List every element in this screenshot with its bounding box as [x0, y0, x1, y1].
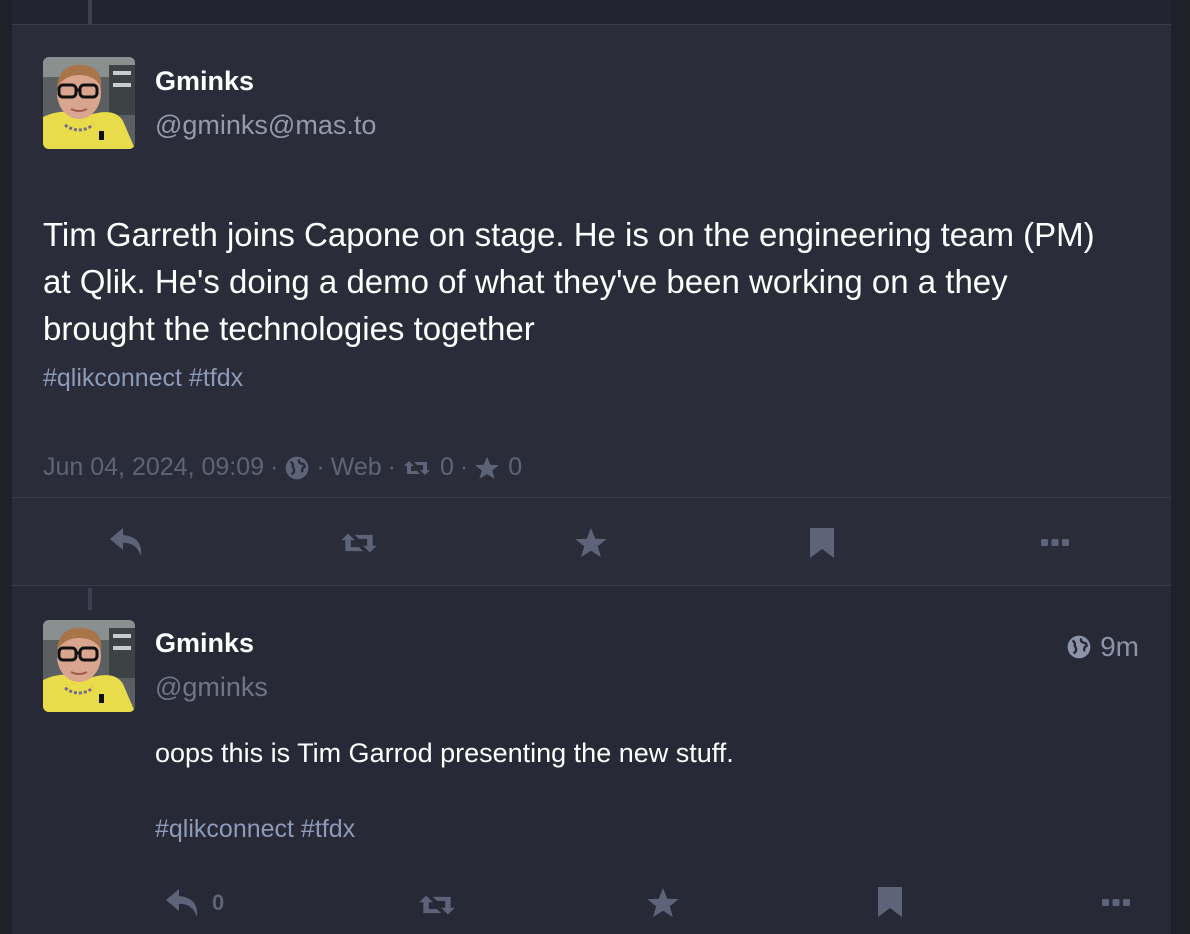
account-handle[interactable]: @gminks	[155, 672, 268, 703]
favourite-button[interactable]	[573, 526, 609, 560]
previous-post-edge	[12, 0, 1171, 25]
star-icon[interactable]	[474, 455, 500, 481]
timeline-column: Gminks @gminks@mas.to Tim Garreth joins …	[12, 0, 1171, 934]
more-button[interactable]	[1040, 538, 1070, 548]
star-icon	[647, 888, 679, 918]
reply-button[interactable]	[108, 525, 146, 559]
bookmark-icon	[878, 887, 902, 917]
avatar[interactable]	[43, 620, 135, 712]
reply-icon	[166, 889, 198, 917]
bookmark-button[interactable]	[809, 527, 835, 559]
meta-separator: ·	[459, 453, 469, 481]
account-handle[interactable]: @gminks@mas.to	[155, 110, 376, 141]
reply-status[interactable]: Gminks @gminks 9m oops this is Tim Garro…	[12, 588, 1171, 934]
relative-time-text: 9m	[1100, 631, 1139, 662]
more-button[interactable]	[1101, 898, 1131, 908]
status-meta: Jun 04, 2024, 09:09 · · Web · 0 · 0	[43, 453, 522, 482]
avatar-image	[43, 57, 135, 149]
retweet-icon	[419, 895, 455, 915]
hashtag-links[interactable]: #qlikconnect #tfdx	[43, 364, 243, 393]
status-action-bar	[12, 497, 1171, 586]
hashtag-links[interactable]: #qlikconnect #tfdx	[155, 815, 355, 844]
ellipsis-icon	[1102, 899, 1130, 906]
thread-line-top	[88, 0, 92, 24]
meta-separator: ·	[316, 453, 325, 481]
boost-button[interactable]	[338, 528, 380, 558]
display-name[interactable]: Gminks	[155, 628, 254, 659]
star-icon	[575, 528, 607, 558]
retweet-icon[interactable]	[402, 457, 432, 479]
focused-status: Gminks @gminks@mas.to Tim Garreth joins …	[12, 25, 1171, 497]
avatar[interactable]	[43, 57, 135, 149]
bookmark-icon	[810, 528, 834, 558]
ellipsis-icon	[1041, 539, 1069, 546]
application-name: Web	[330, 453, 382, 481]
boost-count[interactable]: 0	[440, 453, 454, 482]
boost-button[interactable]	[416, 890, 458, 920]
bookmark-button[interactable]	[877, 886, 903, 918]
favourite-button[interactable]	[645, 886, 681, 920]
avatar-image	[43, 620, 135, 712]
status-relative-time[interactable]: 9m	[1066, 631, 1139, 663]
display-name[interactable]: Gminks	[155, 66, 254, 97]
retweet-icon	[341, 533, 377, 553]
status-content: Tim Garreth joins Capone on stage. He is…	[43, 216, 1095, 347]
globe-icon	[1067, 635, 1091, 659]
meta-separator: ·	[270, 453, 279, 481]
globe-icon	[285, 456, 309, 479]
thread-line	[88, 588, 92, 610]
favourite-count[interactable]: 0	[508, 453, 522, 482]
reply-icon	[110, 528, 142, 556]
reply-button[interactable]: 0	[164, 886, 224, 920]
status-content: oops this is Tim Garrod presenting the n…	[155, 738, 734, 768]
status-date[interactable]: Jun 04, 2024, 09:09	[43, 453, 264, 482]
reply-count: 0	[212, 890, 225, 915]
meta-separator: ·	[387, 453, 396, 481]
